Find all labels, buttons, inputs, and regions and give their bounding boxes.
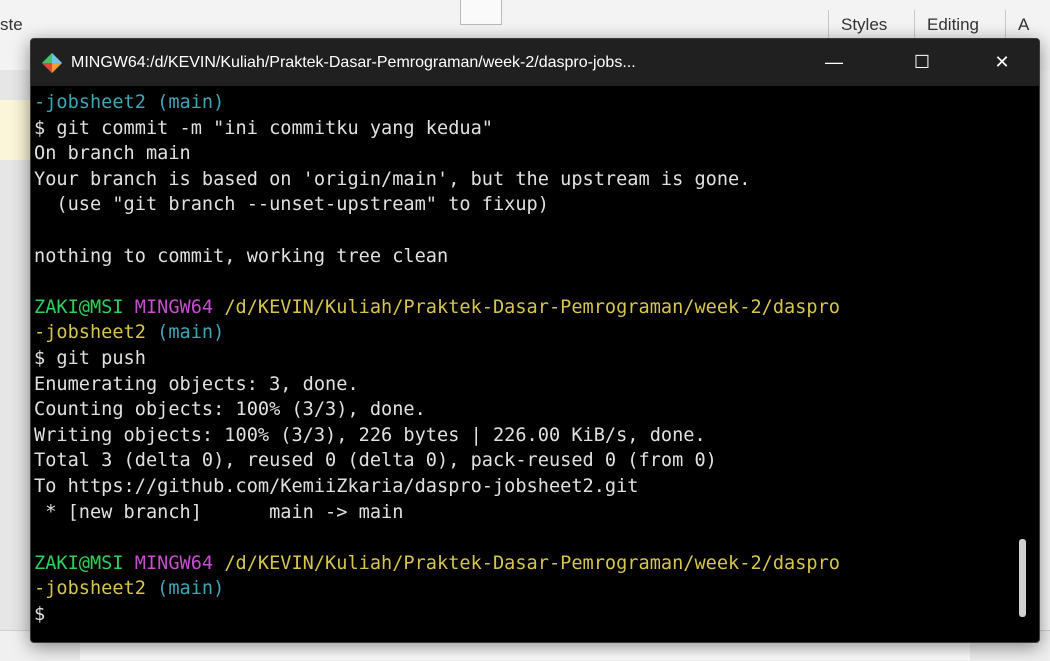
terminal-text-segment: MINGW64 — [134, 552, 225, 574]
terminal-text-segment: -jobsheet2 — [34, 578, 158, 600]
terminal-line: ZAKI@MSI MINGW64 /d/KEVIN/Kuliah/Praktek… — [34, 551, 840, 577]
terminal-line: To https://github.com/KemiiZkaria/daspro… — [34, 474, 639, 500]
terminal-line: (use "git branch --unset-upstream" to fi… — [34, 192, 549, 218]
terminal-text-segment: -jobsheet2 — [34, 92, 158, 113]
terminal-text-segment: $ git push — [34, 348, 146, 369]
terminal-line: On branch main — [34, 141, 191, 167]
terminal-text-segment: Your branch is based on 'origin/main', b… — [34, 168, 751, 190]
maximize-button[interactable]: ☐ — [893, 39, 951, 86]
terminal-line: $ git push — [34, 346, 146, 372]
terminal-text-segment: Total 3 (delta 0), reused 0 (delta 0), p… — [34, 450, 717, 472]
terminal-scrollbar[interactable] — [1019, 539, 1026, 617]
terminal-line: -jobsheet2 (main) — [34, 320, 224, 346]
terminal-line: * [new branch] main -> main — [34, 500, 403, 526]
terminal-titlebar[interactable]: MINGW64:/d/KEVIN/Kuliah/Praktek-Dasar-Pe… — [31, 39, 1039, 86]
terminal-text-segment: (main) — [157, 578, 225, 600]
styles-button[interactable]: Styles — [828, 10, 899, 40]
word-notification-strip — [0, 100, 31, 160]
add-ins-fragment[interactable]: A — [1005, 10, 1041, 40]
terminal-text-segment: $ git commit -m "ini commitku yang kedua… — [34, 117, 493, 139]
terminal-line: Writing objects: 100% (3/3), 226 bytes |… — [34, 423, 706, 449]
editing-button[interactable]: Editing — [914, 10, 991, 40]
terminal-line: $ — [34, 602, 45, 628]
close-button[interactable]: ✕ — [973, 39, 1031, 86]
terminal-text-segment: -jobsheet2 — [34, 322, 158, 344]
terminal-text-segment: /d/KEVIN/Kuliah/Praktek-Dasar-Pemrograma… — [224, 296, 841, 318]
minimize-button[interactable]: — — [805, 39, 863, 86]
terminal-line: -jobsheet2 (main) — [34, 90, 224, 116]
align-left-button[interactable] — [460, 0, 502, 25]
terminal-text-segment: Writing objects: 100% (3/3), 226 bytes |… — [34, 424, 706, 446]
word-right-panel — [1040, 70, 1050, 630]
terminal-text-segment: * [new branch] main -> main — [34, 501, 404, 523]
terminal-text-segment: Enumerating objects: 3, done. — [34, 373, 359, 395]
terminal-text-segment: (main) — [157, 322, 225, 344]
terminal-text-segment: ZAKI@MSI — [34, 552, 135, 574]
terminal-text-segment: ZAKI@MSI — [34, 296, 135, 318]
terminal-line: -jobsheet2 (main) — [34, 576, 224, 602]
paste-label-fragment[interactable]: ste — [0, 15, 23, 35]
terminal-text-segment: MINGW64 — [134, 296, 225, 318]
terminal-title: MINGW64:/d/KEVIN/Kuliah/Praktek-Dasar-Pe… — [71, 54, 636, 71]
terminal-line: nothing to commit, working tree clean — [34, 244, 448, 270]
terminal-text-segment: /d/KEVIN/Kuliah/Praktek-Dasar-Pemrograma… — [224, 552, 841, 574]
terminal-line: Enumerating objects: 3, done. — [34, 372, 359, 398]
terminal-text-segment: (use "git branch --unset-upstream" to fi… — [34, 194, 549, 216]
terminal-text-segment: Counting objects: 100% (3/3), done. — [34, 399, 426, 421]
terminal-output[interactable]: -jobsheet2 (main) $ git commit -m "ini co… — [31, 86, 1021, 642]
terminal-line: Counting objects: 100% (3/3), done. — [34, 397, 426, 423]
terminal-line: ZAKI@MSI MINGW64 /d/KEVIN/Kuliah/Praktek… — [34, 295, 840, 321]
terminal-text-segment: On branch main — [34, 143, 191, 165]
terminal-line: $ git commit -m "ini commitku yang kedua… — [34, 116, 493, 142]
terminal-text-segment: (main) — [157, 92, 225, 113]
terminal-text-segment: $ — [34, 604, 46, 625]
terminal-line: Total 3 (delta 0), reused 0 (delta 0), p… — [34, 448, 717, 474]
terminal-text-segment: To https://github.com/KemiiZkaria/daspro… — [34, 476, 639, 497]
git-bash-icon — [42, 53, 62, 73]
terminal-text-segment: nothing to commit, working tree clean — [34, 245, 449, 267]
mintty-terminal-window[interactable]: MINGW64:/d/KEVIN/Kuliah/Praktek-Dasar-Pe… — [30, 38, 1040, 643]
terminal-line: Your branch is based on 'origin/main', b… — [34, 167, 750, 193]
